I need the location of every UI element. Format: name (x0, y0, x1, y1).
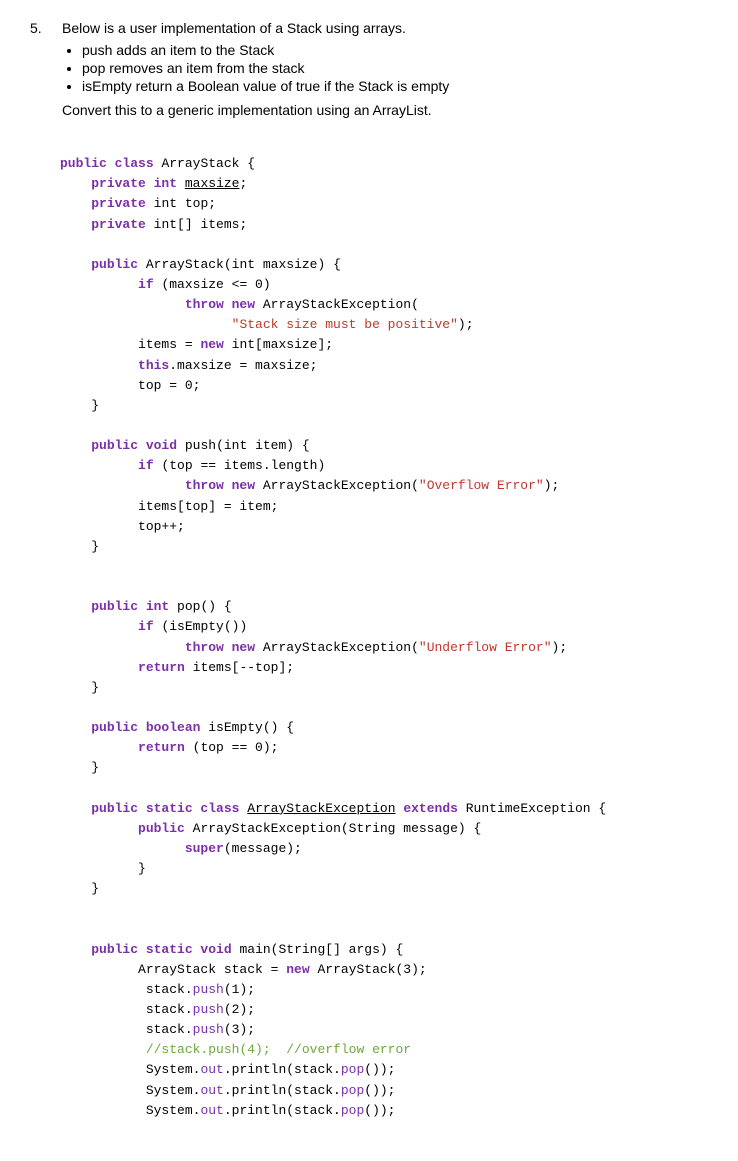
convert-text: Convert this to a generic implementation… (62, 102, 708, 118)
bullet-item-3: isEmpty return a Boolean value of true i… (82, 78, 708, 94)
bullet-list: push adds an item to the Stack pop remov… (62, 42, 708, 94)
question-header: 5. Below is a user implementation of a S… (30, 20, 708, 124)
question-text: Below is a user implementation of a Stac… (62, 20, 708, 124)
code-block: public class ArrayStack { private int ma… (60, 134, 708, 1141)
bullet-item-1: push adds an item to the Stack (82, 42, 708, 58)
question-number: 5. (30, 20, 50, 124)
question-container: 5. Below is a user implementation of a S… (30, 20, 708, 1141)
intro-text: Below is a user implementation of a Stac… (62, 20, 708, 36)
bullet-item-2: pop removes an item from the stack (82, 60, 708, 76)
